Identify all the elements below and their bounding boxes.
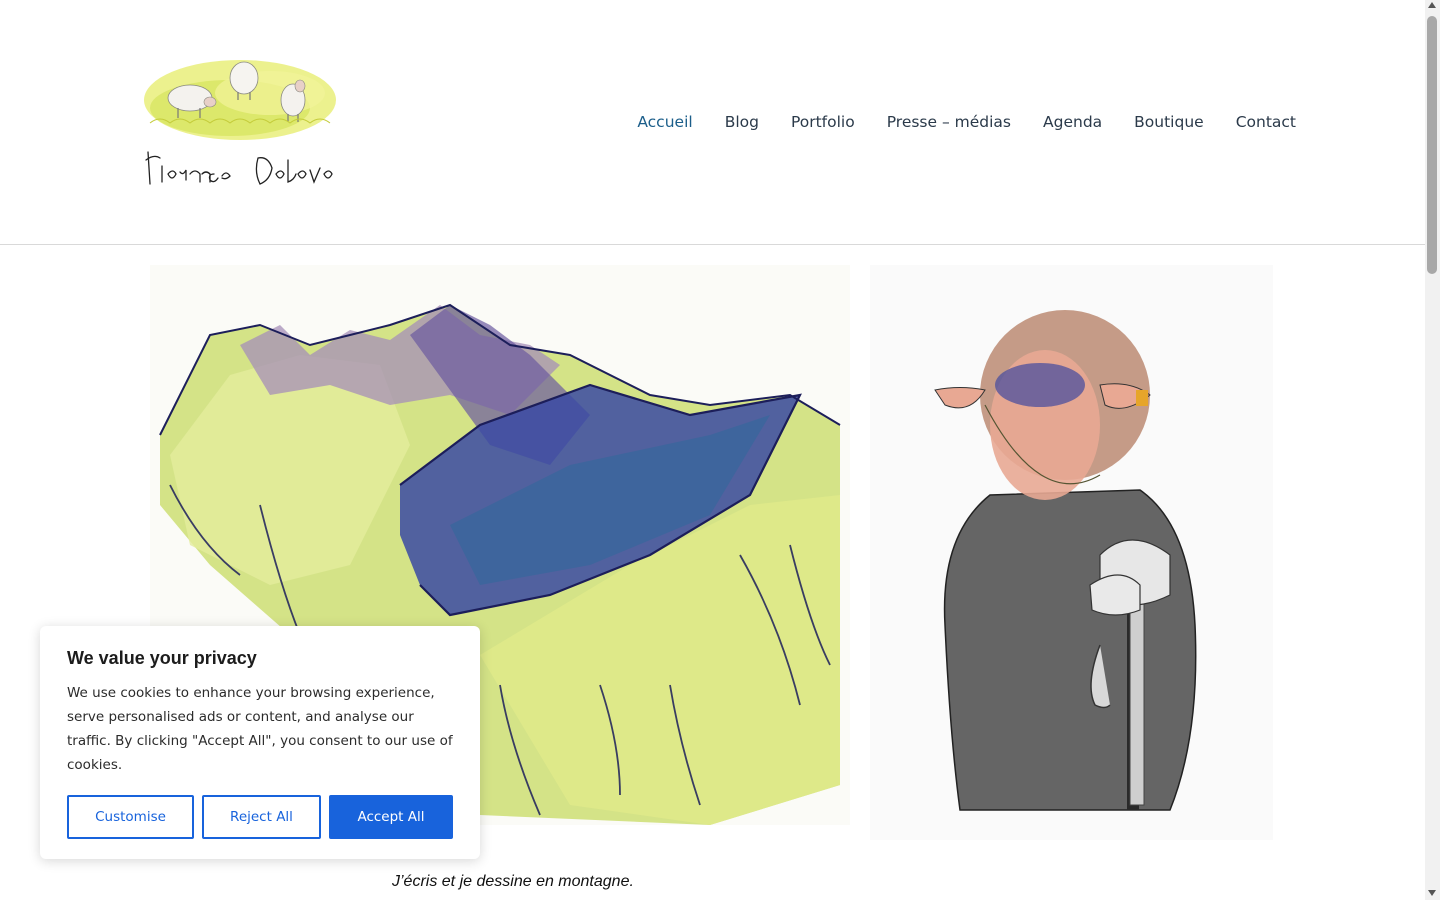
site-logo[interactable] [140, 48, 342, 196]
page-scrollbar[interactable] [1425, 0, 1440, 900]
scroll-up-arrow-icon[interactable] [1428, 2, 1436, 8]
scroll-down-arrow-icon[interactable] [1428, 890, 1436, 896]
nav-item-presse-medias[interactable]: Presse – médias [871, 111, 1027, 133]
accept-all-button[interactable]: Accept All [329, 795, 453, 839]
intro-caption: J’écris et je dessine en montagne. [392, 873, 634, 890]
customise-button[interactable]: Customise [67, 795, 194, 839]
sheep-shepherd-illustration [870, 265, 1273, 840]
site-header: Accueil Blog Portfolio Presse – médias A… [0, 0, 1425, 245]
reject-all-button[interactable]: Reject All [202, 795, 321, 839]
nav-item-portfolio[interactable]: Portfolio [775, 111, 871, 133]
scroll-thumb[interactable] [1427, 16, 1437, 274]
cookie-buttons: Customise Reject All Accept All [67, 795, 453, 839]
nav-item-contact[interactable]: Contact [1220, 111, 1296, 133]
nav-item-accueil[interactable]: Accueil [621, 111, 708, 133]
main-nav: Accueil Blog Portfolio Presse – médias A… [621, 111, 1296, 133]
cookie-title: We value your privacy [67, 648, 257, 668]
cookie-text: We use cookies to enhance your browsing … [67, 685, 453, 773]
cookie-consent-banner: We value your privacy We use cookies to … [40, 626, 480, 859]
nav-item-blog[interactable]: Blog [709, 111, 775, 133]
nav-item-boutique[interactable]: Boutique [1118, 111, 1220, 133]
nav-item-agenda[interactable]: Agenda [1027, 111, 1118, 133]
